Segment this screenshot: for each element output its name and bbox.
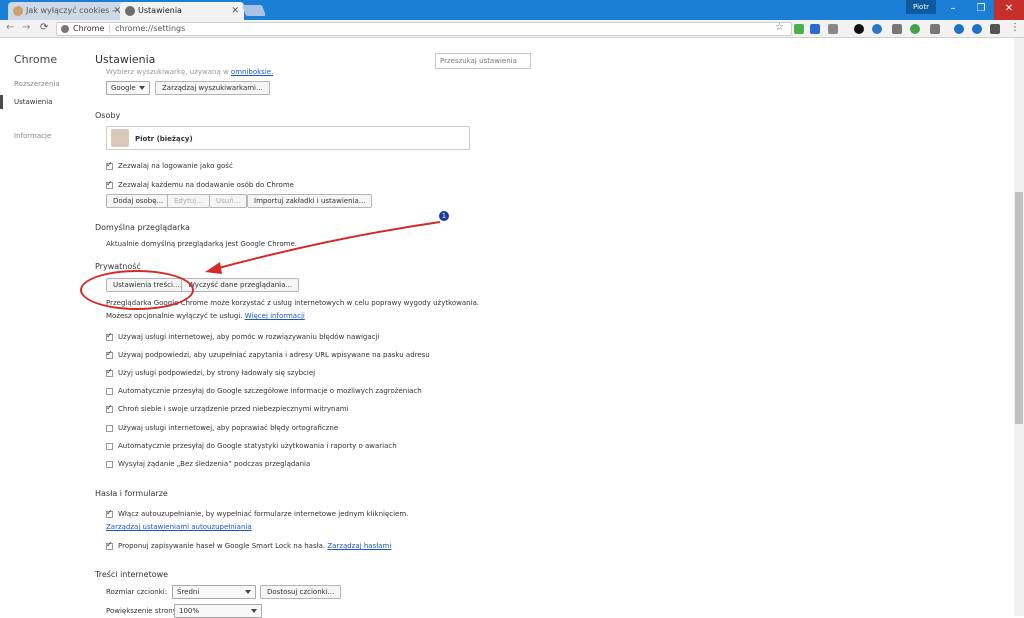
add-people-label: Zezwalaj każdemu na dodawanie osób do Ch… [118, 181, 294, 189]
autofill-label: Włącz autouzupełnianie, by wypełniać for… [118, 510, 409, 518]
scrollbar-thumb[interactable] [1015, 192, 1023, 424]
tab-cookies[interactable]: Jak wyłączyć cookies – ... ✕ [8, 2, 126, 20]
bookmark-star-icon[interactable]: ☆ [775, 22, 784, 33]
manage-autofill-link[interactable]: Zarządzaj ustawieniami autouzupełniania [106, 523, 252, 531]
annotation-marker: 1 [438, 210, 450, 222]
new-tab-button[interactable] [241, 5, 267, 16]
font-size-label: Rozmiar czcionki: [106, 588, 168, 596]
user-badge[interactable]: Piotr [906, 0, 936, 14]
nav-item-settings[interactable]: Ustawienia [14, 98, 52, 106]
privacy-option-checkbox[interactable] [106, 425, 113, 432]
minimize-button[interactable]: – [938, 0, 968, 20]
omnibox-link[interactable]: omniboksie. [231, 68, 273, 76]
extension-icon[interactable] [854, 24, 864, 34]
guest-login-checkbox[interactable] [106, 160, 113, 170]
maximize-button[interactable]: ❐ [966, 0, 996, 20]
add-people-checkbox[interactable] [106, 179, 113, 189]
privacy-option-label: Użyj usługi podpowiedzi, by strony ładow… [118, 369, 316, 377]
privacy-option-checkbox[interactable] [106, 403, 113, 413]
extension-icon[interactable] [794, 24, 804, 34]
address-bar[interactable]: Chrome | chrome://settings [56, 22, 792, 36]
manage-search-engines-button[interactable]: Zarządzaj wyszukiwarkami... [155, 81, 270, 95]
tab-settings[interactable]: Ustawienia ✕ [120, 2, 244, 20]
privacy-option-checkbox[interactable] [106, 461, 113, 468]
extension-icon[interactable] [972, 24, 982, 34]
passwords-heading: Hasła i formularze [95, 489, 168, 498]
web-content-heading: Treści internetowe [95, 570, 169, 579]
avatar [111, 129, 129, 147]
search-engine-select[interactable]: Google [106, 81, 150, 95]
close-window-button[interactable]: ✕ [994, 0, 1024, 20]
scrollbar[interactable] [1014, 38, 1024, 616]
extension-icon[interactable] [872, 24, 882, 34]
guest-login-label: Zezwalaj na logowanie jako gość [118, 162, 233, 170]
customize-fonts-button[interactable]: Dostosuj czcionki... [260, 585, 342, 599]
extension-icon[interactable] [892, 24, 902, 34]
menu-icon[interactable]: ⋮ [1010, 22, 1020, 33]
tab-label: Jak wyłączyć cookies – ... [26, 6, 126, 15]
title-bar: Jak wyłączyć cookies – ... ✕ Ustawienia … [0, 0, 1024, 20]
privacy-option-checkbox[interactable] [106, 388, 113, 395]
remove-person-button[interactable]: Usuń... [209, 194, 248, 208]
toolbar: ← → ⟳ Chrome | chrome://settings ☆ ⋮ [0, 20, 1024, 38]
privacy-option-checkbox[interactable] [106, 367, 113, 377]
chevron-down-icon [245, 590, 251, 594]
extension-icon[interactable] [828, 24, 838, 34]
chevron-down-icon [139, 86, 145, 90]
page-title: Ustawienia [95, 53, 156, 66]
back-icon[interactable]: ← [6, 22, 14, 33]
cookie-favicon-icon [13, 6, 23, 16]
privacy-option-checkbox[interactable] [106, 349, 113, 359]
privacy-option-label: Używaj usługi internetowej, aby poprawia… [118, 424, 339, 432]
default-browser-heading: Domyślna przeglądarka [95, 223, 190, 232]
search-engine-desc: Wybierz wyszukiwarkę, używaną w omniboks… [106, 68, 274, 76]
edit-person-button[interactable]: Edytuj... [167, 194, 210, 208]
default-browser-text: Aktualnie domyślną przeglądarką jest Goo… [106, 240, 298, 248]
nav-item-about[interactable]: Informacje [14, 132, 51, 140]
extension-icon[interactable] [910, 24, 920, 34]
close-icon[interactable]: ✕ [231, 2, 239, 20]
profile-name: Piotr (bieżący) [135, 135, 193, 143]
manage-passwords-link[interactable]: Zarządzaj hasłami [327, 542, 391, 550]
privacy-option-label: Używaj podpowiedzi, aby uzupełniać zapyt… [118, 351, 430, 359]
privacy-option-label: Automatycznie przesyłaj do Google statys… [118, 442, 397, 450]
font-size-select[interactable]: Średni [172, 585, 256, 599]
profile-card[interactable]: Piotr (bieżący) [106, 126, 470, 150]
forward-icon[interactable]: → [22, 22, 30, 33]
extension-icon[interactable] [930, 24, 940, 34]
autofill-checkbox[interactable] [106, 508, 113, 518]
omnibox-url: chrome://settings [115, 24, 186, 33]
add-person-button[interactable]: Dodaj osobę... [106, 194, 171, 208]
annotation-ellipse [80, 270, 194, 310]
people-heading: Osoby [95, 111, 121, 120]
privacy-option-checkbox[interactable] [106, 331, 113, 341]
page-zoom-label: Powiększenie strony: [106, 607, 179, 615]
reload-icon[interactable]: ⟳ [40, 22, 48, 33]
extension-icon[interactable] [954, 24, 964, 34]
import-bookmarks-button[interactable]: Importuj zakładki i ustawienia... [247, 194, 373, 208]
privacy-option-label: Automatycznie przesyłaj do Google szczeg… [118, 387, 422, 395]
chevron-down-icon [251, 609, 257, 613]
extension-icon[interactable] [990, 24, 1000, 34]
nav-item-extensions[interactable]: Rozszerzenia [14, 80, 60, 88]
gear-icon [125, 6, 135, 16]
privacy-desc-2: Możesz opcjonalnie wyłączyć te usługi. W… [106, 312, 305, 320]
extension-icon[interactable] [810, 24, 820, 34]
clear-browsing-data-button[interactable]: Wyczyść dane przeglądania... [181, 278, 300, 292]
tab-label: Ustawienia [138, 6, 182, 15]
nav-active-indicator [0, 95, 3, 109]
nav-brand: Chrome [14, 53, 58, 66]
privacy-option-label: Używaj usługi internetowej, aby pomóc w … [118, 333, 380, 341]
page-info-icon[interactable] [61, 25, 69, 33]
smartlock-checkbox[interactable] [106, 540, 113, 550]
omnibox-chip: Chrome [73, 24, 105, 33]
smartlock-label: Proponuj zapisywanie haseł w Google Smar… [118, 542, 392, 550]
privacy-option-label: Wysyłaj żądanie „Bez śledzenia” podczas … [118, 460, 311, 468]
privacy-option-checkbox[interactable] [106, 443, 113, 450]
search-input[interactable]: Przeszukaj ustawienia [435, 53, 531, 69]
privacy-option-label: Chroń siebie i swoje urządzenie przed ni… [118, 405, 349, 413]
learn-more-link[interactable]: Więcej informacji [245, 312, 305, 320]
